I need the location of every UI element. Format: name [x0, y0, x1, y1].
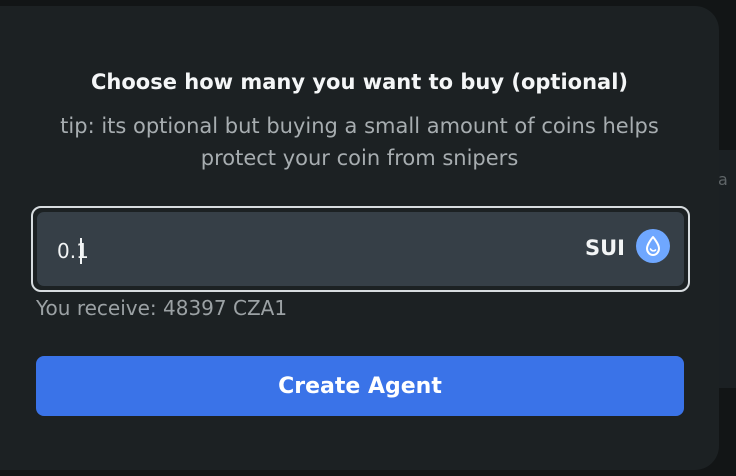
receive-amount-text: You receive: 48397 CZA1: [36, 296, 288, 320]
sui-droplet-icon: [636, 229, 670, 263]
amount-input[interactable]: [57, 234, 497, 268]
modal-tip: tip: its optional but buying a small amo…: [60, 114, 659, 170]
amount-input-field[interactable]: SUI: [37, 212, 684, 286]
currency-label: SUI: [585, 236, 625, 260]
droplet-icon-glyph: [646, 236, 660, 256]
text-cursor: [80, 238, 82, 264]
background-text-fragment: a: [718, 170, 728, 189]
create-agent-button[interactable]: Create Agent: [36, 356, 684, 416]
amount-input-container[interactable]: SUI: [31, 206, 690, 292]
buy-amount-modal: Choose how many you want to buy (optiona…: [0, 6, 719, 470]
modal-title: Choose how many you want to buy (optiona…: [90, 70, 628, 94]
